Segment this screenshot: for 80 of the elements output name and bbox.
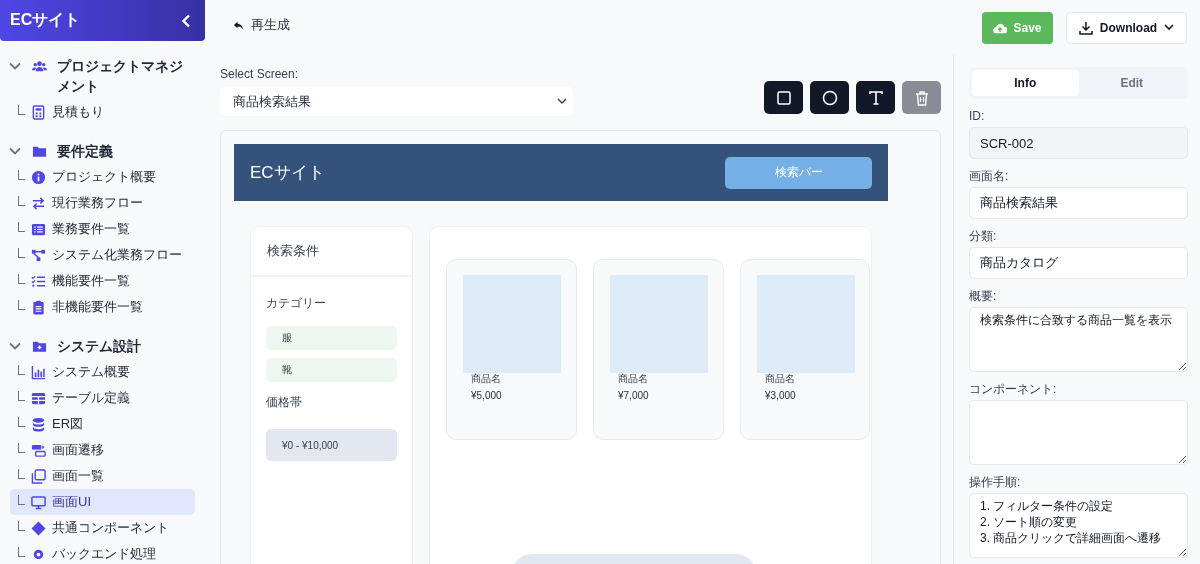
product-name: 商品名 [765, 373, 796, 385]
info-icon [31, 169, 46, 185]
text-tool-button[interactable] [856, 81, 895, 114]
field-label: ID: [969, 109, 986, 123]
square-icon [775, 89, 792, 106]
circle-icon [821, 89, 838, 106]
trash-icon [913, 89, 930, 106]
monitor-icon [31, 494, 46, 510]
circle-tool-button[interactable] [810, 81, 849, 114]
project-title: ECサイト [10, 10, 81, 30]
cloud-upload-icon [993, 21, 1008, 34]
calculator-icon [31, 104, 46, 120]
chevron-down-icon [1164, 24, 1175, 31]
text-area[interactable]: 検索条件に合致する商品一覧を表示 [969, 307, 1188, 372]
tree-section[interactable]: システム設計 [0, 333, 205, 359]
chevron-down-icon [557, 98, 567, 105]
tree-item[interactable]: 現行業務フロー [10, 190, 195, 216]
tree-section[interactable]: プロジェクトマネジメント [0, 53, 205, 99]
download-button[interactable]: Download [1066, 11, 1187, 44]
category-chip: 服 [266, 326, 397, 350]
tree-item[interactable]: 共通コンポーネント [10, 515, 195, 541]
panel-tab[interactable]: Info [972, 70, 1079, 96]
panel-tab[interactable]: Edit [1078, 70, 1185, 96]
chevron-left-icon [181, 13, 191, 28]
copy-icon [31, 468, 46, 484]
transition-icon [31, 442, 46, 458]
field-label: 分類: [969, 229, 998, 243]
rect-tool-button[interactable] [764, 81, 803, 114]
field-label: 概要: [969, 289, 998, 303]
tree-item[interactable]: ER図 [10, 411, 195, 437]
network-icon [31, 247, 46, 263]
text-area[interactable]: 1. フィルター条件の設定 2. ソート順の変更 3. 商品クリックで詳細画面へ遷移 [969, 493, 1188, 558]
category-label: カテゴリー [266, 295, 327, 312]
folder-icon [32, 144, 47, 159]
checklist-icon [31, 273, 46, 289]
download-icon [1078, 20, 1093, 35]
tree-item[interactable]: テーブル定義 [10, 385, 195, 411]
product-name: 商品名 [471, 373, 502, 385]
product-name: 商品名 [618, 373, 649, 385]
price-range-chip: ¥0 - ¥10,000 [266, 429, 397, 461]
field-label: 画面名: [969, 169, 1010, 183]
product-price: ¥7,000 [618, 390, 650, 401]
mock-search-bar: 検索バー [725, 156, 872, 189]
text-field[interactable]: 商品検索結果 [969, 187, 1188, 219]
clipboard-icon [31, 299, 46, 315]
tree-item[interactable]: 見積もり [10, 99, 195, 125]
product-price: ¥3,000 [765, 390, 797, 401]
price-label: 価格帯 [266, 394, 303, 411]
list-icon [31, 221, 46, 237]
category-chip: 靴 [266, 358, 397, 382]
tree-item[interactable]: 画面遷移 [10, 437, 195, 463]
text-tool-icon [867, 89, 884, 106]
people-icon [32, 59, 47, 74]
tree-item[interactable]: 業務要件一覧 [10, 216, 195, 242]
folder-plus-icon [32, 339, 47, 354]
tree-item[interactable]: バックエンド処理 [10, 541, 195, 564]
tree-item[interactable]: システム概要 [10, 359, 195, 385]
arrows-icon [31, 195, 46, 211]
tree-item[interactable]: 画面UI [10, 489, 195, 515]
tree-section[interactable]: 要件定義 [0, 138, 205, 164]
bar-chart-icon [31, 364, 46, 380]
database-icon [31, 416, 46, 432]
tree-item[interactable]: 画面一覧 [10, 463, 195, 489]
table-icon [31, 390, 46, 406]
field-label: コンポーネント: [969, 382, 1058, 396]
readonly-field[interactable]: SCR-002 [969, 127, 1188, 159]
select-screen-label: Select Screen: [220, 67, 300, 81]
tree-item[interactable]: システム化業務フロー [10, 242, 195, 268]
field-label: 操作手順: [969, 475, 1022, 489]
product-price: ¥5,000 [471, 390, 503, 401]
regenerate-button[interactable]: 再生成 [220, 16, 290, 34]
text-field[interactable]: 商品カタログ [969, 247, 1188, 279]
tree-item[interactable]: 非機能要件一覧 [10, 294, 195, 320]
mock-site-title: ECサイト [250, 162, 325, 184]
reply-arrow-icon [233, 19, 244, 31]
tree-item[interactable]: 機能要件一覧 [10, 268, 195, 294]
filter-title: 検索条件 [267, 242, 319, 260]
tree-item[interactable]: プロジェクト概要 [10, 164, 195, 190]
screen-dropdown[interactable]: 商品検索結果 [220, 87, 573, 116]
diamond-icon [31, 520, 46, 536]
